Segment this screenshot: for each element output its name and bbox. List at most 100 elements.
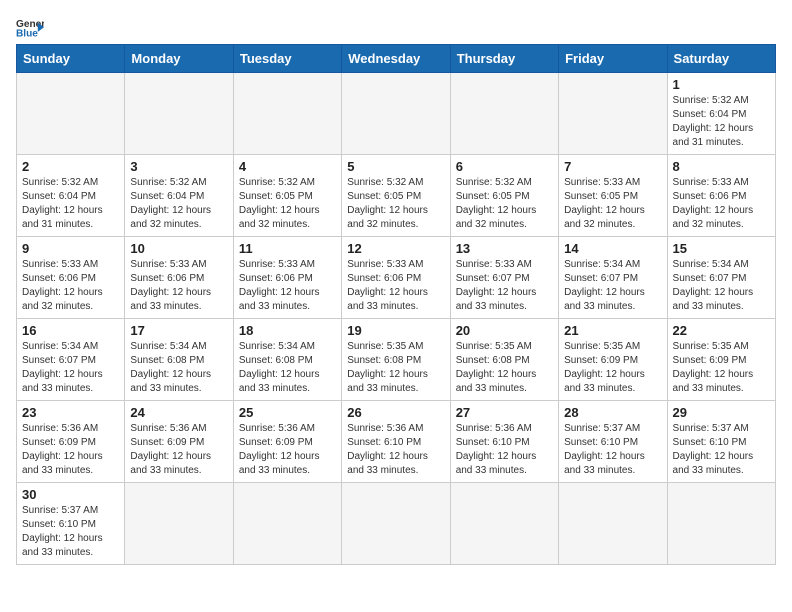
calendar-day-cell (342, 483, 450, 565)
day-number: 2 (22, 159, 119, 174)
day-number: 15 (673, 241, 770, 256)
day-number: 19 (347, 323, 444, 338)
calendar-day-cell: 21 Sunrise: 5:35 AM Sunset: 6:09 PM Dayli… (559, 319, 667, 401)
day-info: Sunrise: 5:36 AM Sunset: 6:09 PM Dayligh… (22, 422, 119, 478)
header: General Blue (16, 16, 776, 40)
calendar-day-cell: 22 Sunrise: 5:35 AM Sunset: 6:09 PM Dayli… (667, 319, 775, 401)
calendar-day-cell: 16 Sunrise: 5:34 AM Sunset: 6:07 PM Dayli… (17, 319, 125, 401)
day-number: 25 (239, 405, 336, 420)
calendar-day-cell: 7Sunrise: 5:33 AM Sunset: 6:05 PM Daylig… (559, 155, 667, 237)
calendar-week-row: 2 Sunrise: 5:32 AM Sunset: 6:04 PM Daylig… (17, 155, 776, 237)
calendar-day-cell (342, 73, 450, 155)
calendar-day-cell: 18Sunrise: 5:34 AM Sunset: 6:08 PM Dayli… (233, 319, 341, 401)
day-number: 30 (22, 487, 119, 502)
day-number: 27 (456, 405, 553, 420)
weekday-header-cell: Wednesday (342, 45, 450, 73)
calendar-day-cell (233, 483, 341, 565)
calendar-day-cell (233, 73, 341, 155)
day-number: 26 (347, 405, 444, 420)
calendar-day-cell: 6 Sunrise: 5:32 AM Sunset: 6:05 PM Daylig… (450, 155, 558, 237)
day-info: Sunrise: 5:32 AM Sunset: 6:04 PM Dayligh… (130, 176, 227, 232)
calendar-table: SundayMondayTuesdayWednesdayThursdayFrid… (16, 44, 776, 565)
day-number: 21 (564, 323, 661, 338)
day-number: 28 (564, 405, 661, 420)
calendar-week-row: 23 Sunrise: 5:36 AM Sunset: 6:09 PM Dayli… (17, 401, 776, 483)
day-number: 12 (347, 241, 444, 256)
day-number: 8 (673, 159, 770, 174)
weekday-header-cell: Friday (559, 45, 667, 73)
calendar-day-cell: 15 Sunrise: 5:34 AM Sunset: 6:07 PM Dayli… (667, 237, 775, 319)
calendar-day-cell: 12 Sunrise: 5:33 AM Sunset: 6:06 PM Dayli… (342, 237, 450, 319)
day-info: Sunrise: 5:37 AM Sunset: 6:10 PM Dayligh… (564, 422, 661, 478)
calendar-day-cell (17, 73, 125, 155)
day-number: 10 (130, 241, 227, 256)
calendar-day-cell: 10 Sunrise: 5:33 AM Sunset: 6:06 PM Dayli… (125, 237, 233, 319)
day-number: 18 (239, 323, 336, 338)
day-info: Sunrise: 5:32 AM Sunset: 6:05 PM Dayligh… (456, 176, 553, 232)
logo-icon: General Blue (16, 16, 44, 40)
day-info: Sunrise: 5:35 AM Sunset: 6:09 PM Dayligh… (564, 340, 661, 396)
calendar-day-cell: 3 Sunrise: 5:32 AM Sunset: 6:04 PM Daylig… (125, 155, 233, 237)
calendar-day-cell (450, 73, 558, 155)
calendar-day-cell: 11 Sunrise: 5:33 AM Sunset: 6:06 PM Dayli… (233, 237, 341, 319)
calendar-day-cell (667, 483, 775, 565)
weekday-header-cell: Saturday (667, 45, 775, 73)
day-info: Sunrise: 5:35 AM Sunset: 6:08 PM Dayligh… (347, 340, 444, 396)
weekday-header-row: SundayMondayTuesdayWednesdayThursdayFrid… (17, 45, 776, 73)
calendar-day-cell: 25 Sunrise: 5:36 AM Sunset: 6:09 PM Dayli… (233, 401, 341, 483)
svg-text:Blue: Blue (16, 29, 38, 40)
day-info: Sunrise: 5:36 AM Sunset: 6:09 PM Dayligh… (239, 422, 336, 478)
day-info: Sunrise: 5:34 AM Sunset: 6:07 PM Dayligh… (673, 258, 770, 314)
day-info: Sunrise: 5:33 AM Sunset: 6:06 PM Dayligh… (22, 258, 119, 314)
day-info: Sunrise: 5:35 AM Sunset: 6:09 PM Dayligh… (673, 340, 770, 396)
day-info: Sunrise: 5:33 AM Sunset: 6:06 PM Dayligh… (673, 176, 770, 232)
day-number: 22 (673, 323, 770, 338)
calendar-week-row: 30 Sunrise: 5:37 AM Sunset: 6:10 PM Dayli… (17, 483, 776, 565)
calendar-day-cell: 29Sunrise: 5:37 AM Sunset: 6:10 PM Dayli… (667, 401, 775, 483)
day-info: Sunrise: 5:34 AM Sunset: 6:07 PM Dayligh… (564, 258, 661, 314)
day-info: Sunrise: 5:33 AM Sunset: 6:06 PM Dayligh… (239, 258, 336, 314)
day-number: 17 (130, 323, 227, 338)
calendar-day-cell: 13Sunrise: 5:33 AM Sunset: 6:07 PM Dayli… (450, 237, 558, 319)
day-number: 6 (456, 159, 553, 174)
calendar-day-cell: 19 Sunrise: 5:35 AM Sunset: 6:08 PM Dayli… (342, 319, 450, 401)
calendar-day-cell (450, 483, 558, 565)
day-info: Sunrise: 5:34 AM Sunset: 6:07 PM Dayligh… (22, 340, 119, 396)
calendar-day-cell: 23 Sunrise: 5:36 AM Sunset: 6:09 PM Dayli… (17, 401, 125, 483)
day-number: 4 (239, 159, 336, 174)
day-info: Sunrise: 5:35 AM Sunset: 6:08 PM Dayligh… (456, 340, 553, 396)
day-info: Sunrise: 5:33 AM Sunset: 6:05 PM Dayligh… (564, 176, 661, 232)
calendar-day-cell: 28 Sunrise: 5:37 AM Sunset: 6:10 PM Dayli… (559, 401, 667, 483)
day-number: 1 (673, 77, 770, 92)
day-number: 9 (22, 241, 119, 256)
calendar-body: 1 Sunrise: 5:32 AM Sunset: 6:04 PM Daylig… (17, 73, 776, 565)
day-info: Sunrise: 5:34 AM Sunset: 6:08 PM Dayligh… (130, 340, 227, 396)
calendar-day-cell (559, 483, 667, 565)
calendar-day-cell: 24Sunrise: 5:36 AM Sunset: 6:09 PM Dayli… (125, 401, 233, 483)
day-info: Sunrise: 5:36 AM Sunset: 6:10 PM Dayligh… (347, 422, 444, 478)
calendar-day-cell: 14Sunrise: 5:34 AM Sunset: 6:07 PM Dayli… (559, 237, 667, 319)
day-info: Sunrise: 5:33 AM Sunset: 6:06 PM Dayligh… (130, 258, 227, 314)
weekday-header-cell: Sunday (17, 45, 125, 73)
day-number: 20 (456, 323, 553, 338)
day-number: 5 (347, 159, 444, 174)
day-number: 29 (673, 405, 770, 420)
calendar-day-cell (559, 73, 667, 155)
day-info: Sunrise: 5:32 AM Sunset: 6:05 PM Dayligh… (347, 176, 444, 232)
day-number: 23 (22, 405, 119, 420)
calendar-day-cell: 30 Sunrise: 5:37 AM Sunset: 6:10 PM Dayli… (17, 483, 125, 565)
day-number: 11 (239, 241, 336, 256)
day-number: 16 (22, 323, 119, 338)
weekday-header-cell: Thursday (450, 45, 558, 73)
day-info: Sunrise: 5:32 AM Sunset: 6:05 PM Dayligh… (239, 176, 336, 232)
day-info: Sunrise: 5:32 AM Sunset: 6:04 PM Dayligh… (673, 94, 770, 150)
day-info: Sunrise: 5:37 AM Sunset: 6:10 PM Dayligh… (22, 504, 119, 560)
calendar-day-cell: 27 Sunrise: 5:36 AM Sunset: 6:10 PM Dayli… (450, 401, 558, 483)
day-number: 3 (130, 159, 227, 174)
day-info: Sunrise: 5:36 AM Sunset: 6:10 PM Dayligh… (456, 422, 553, 478)
logo: General Blue (16, 16, 44, 40)
weekday-header-cell: Tuesday (233, 45, 341, 73)
day-info: Sunrise: 5:33 AM Sunset: 6:06 PM Dayligh… (347, 258, 444, 314)
calendar-day-cell: 9 Sunrise: 5:33 AM Sunset: 6:06 PM Daylig… (17, 237, 125, 319)
calendar-day-cell: 17 Sunrise: 5:34 AM Sunset: 6:08 PM Dayli… (125, 319, 233, 401)
